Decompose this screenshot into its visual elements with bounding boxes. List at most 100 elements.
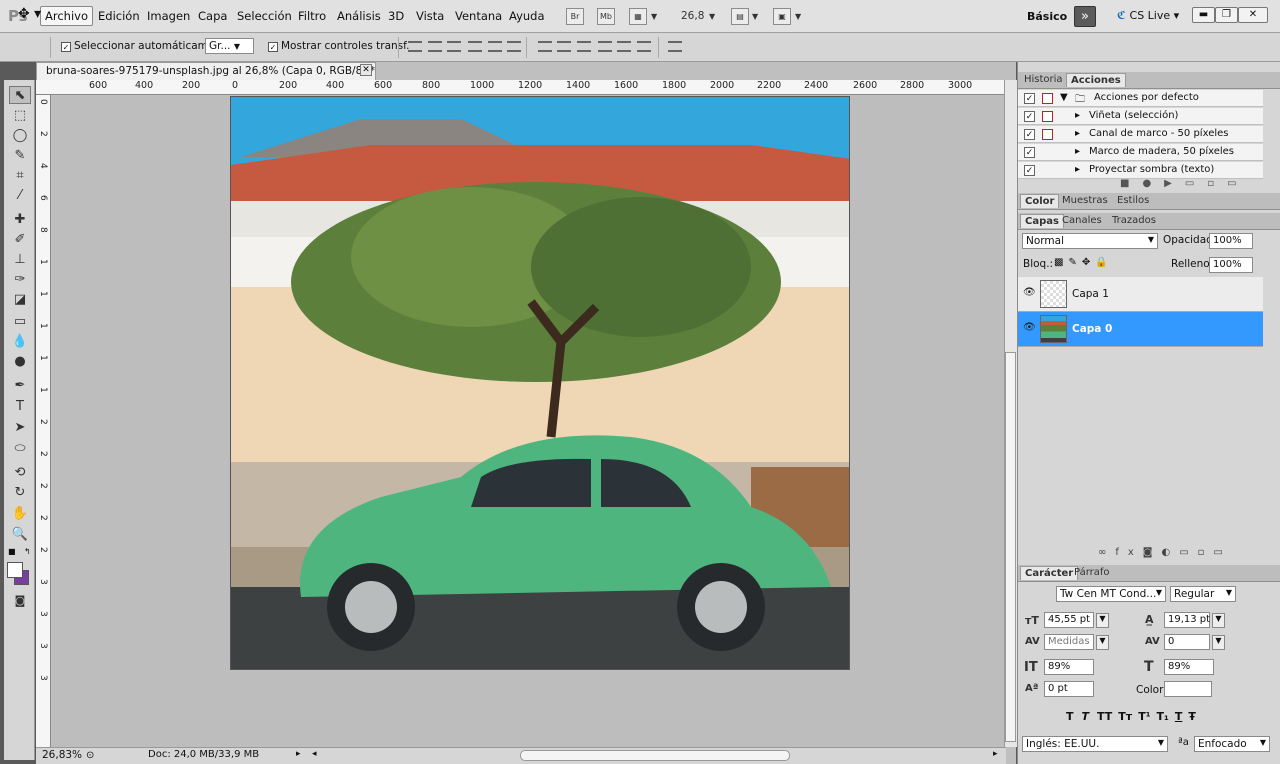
fill-field[interactable]: 100% <box>1209 257 1253 273</box>
menu-seleccion[interactable]: Selección <box>237 9 292 23</box>
workspace-label[interactable]: Básico <box>1027 10 1067 23</box>
list-item[interactable]: ✓ ▸ Viñeta (selección) <box>1018 108 1263 125</box>
menu-ayuda[interactable]: Ayuda <box>509 9 545 23</box>
brush-tool-icon[interactable]: ✐ <box>9 231 31 249</box>
move-tool-icon[interactable]: ✥ ▾ <box>18 6 41 22</box>
auto-select-dropdown[interactable]: Gr... ▼ <box>205 38 254 54</box>
type-tool-icon[interactable]: T <box>9 398 31 416</box>
horizontal-scale-field[interactable]: 89% <box>1164 659 1214 675</box>
checkmark-icon[interactable]: ✓ <box>1024 147 1035 158</box>
workspace-more-icon[interactable]: » <box>1074 6 1096 27</box>
checkbox-icon[interactable]: ✓ <box>61 42 71 52</box>
checkmark-icon[interactable]: ✓ <box>1024 111 1035 122</box>
list-item[interactable]: ✓ ▸ Marco de madera, 50 píxeles <box>1018 144 1263 161</box>
vertical-scroll-thumb[interactable] <box>1005 352 1016 742</box>
list-item[interactable]: ✓ ▸ Proyectar sombra (texto) <box>1018 162 1263 179</box>
align-top-icon[interactable] <box>408 41 422 52</box>
path-select-tool-icon[interactable]: ➤ <box>9 419 31 437</box>
foreground-color-swatch[interactable] <box>7 562 23 578</box>
menu-3d[interactable]: 3D <box>388 9 404 23</box>
distribute-vcenter-icon[interactable] <box>557 41 571 52</box>
checkbox-icon[interactable]: ✓ <box>268 42 278 52</box>
horizontal-scroll-thumb[interactable] <box>520 750 790 761</box>
expand-icon[interactable]: ▸ <box>1075 164 1080 175</box>
hand-tool-icon[interactable]: ✋ <box>9 505 31 523</box>
text-color-swatch[interactable] <box>1164 681 1212 697</box>
list-item[interactable]: ✓ ▼ 🗀 Acciones por defecto <box>1018 90 1263 107</box>
document-image[interactable] <box>230 96 850 670</box>
menu-capa[interactable]: Capa <box>198 9 227 23</box>
text-style-buttons[interactable]: T T TT Tт T¹ T₁ T Ŧ <box>1066 710 1196 723</box>
align-vcenter-icon[interactable] <box>428 41 442 52</box>
leading-field[interactable]: 19,13 pt <box>1164 612 1210 628</box>
tab-historia[interactable]: Historia <box>1020 74 1067 85</box>
menu-filtro[interactable]: Filtro <box>298 9 326 23</box>
lock-icons[interactable]: ▩✎✥🔒 <box>1054 257 1113 268</box>
align-hcenter-icon[interactable] <box>488 41 502 52</box>
expand-icon[interactable]: ▸ <box>1075 146 1080 157</box>
faux-bold-button[interactable]: T <box>1066 710 1074 723</box>
kerning-field[interactable]: Medidas <box>1044 634 1094 650</box>
crop-tool-icon[interactable]: ⌗ <box>9 167 31 185</box>
chevron-down-icon[interactable]: ▼ <box>1096 613 1109 628</box>
swap-colors-icon[interactable]: ↰ <box>24 547 31 556</box>
quick-select-tool-icon[interactable]: ✎ <box>9 147 31 165</box>
tab-trazados[interactable]: Trazados <box>1108 215 1160 226</box>
distribute-hcenter-icon[interactable] <box>617 41 631 52</box>
arrow-left-icon[interactable]: ◂ <box>312 749 317 759</box>
tracking-field[interactable]: 0 <box>1164 634 1210 650</box>
healing-brush-tool-icon[interactable]: ✚ <box>9 211 31 229</box>
baseline-shift-field[interactable]: 0 pt <box>1044 681 1094 697</box>
arrange-documents-button[interactable]: ▤ <box>731 8 749 25</box>
expand-icon[interactable]: ▸ <box>1075 128 1080 139</box>
align-bottom-icon[interactable] <box>447 41 461 52</box>
font-style-select[interactable]: Regular ▼ <box>1170 586 1236 602</box>
quick-mask-icon[interactable]: ◙ <box>9 592 31 610</box>
chevron-down-icon[interactable]: ▼ <box>1212 635 1225 650</box>
distribute-left-icon[interactable] <box>598 41 612 52</box>
chevron-down-icon[interactable]: ▼ <box>651 12 657 21</box>
chevron-down-icon[interactable]: ▼ <box>795 12 801 21</box>
superscript-button[interactable]: T¹ <box>1138 710 1150 723</box>
chevron-down-icon[interactable]: ▼ <box>752 12 758 21</box>
list-item[interactable]: ✓ ▸ Canal de marco - 50 píxeles <box>1018 126 1263 143</box>
default-colors-icon[interactable]: ■ <box>8 547 16 556</box>
tab-color[interactable]: Color <box>1020 194 1060 208</box>
screen-mode-button[interactable]: ▣ <box>773 8 791 25</box>
zoom-field[interactable]: 26,83% <box>42 749 82 761</box>
underline-button[interactable]: T <box>1175 710 1183 723</box>
blend-mode-select[interactable]: Normal ▼ <box>1022 233 1158 249</box>
dialog-toggle-icon[interactable] <box>1042 111 1053 122</box>
checkmark-icon[interactable]: ✓ <box>1024 165 1035 176</box>
status-menu-icon[interactable]: ⊙ <box>86 750 94 761</box>
tab-parrafo[interactable]: Párrafo <box>1070 567 1114 578</box>
tab-acciones[interactable]: Acciones <box>1066 73 1126 87</box>
small-caps-button[interactable]: Tт <box>1118 710 1132 723</box>
chevron-down-icon[interactable]: ▼ <box>1096 635 1109 650</box>
faux-italic-button[interactable]: T <box>1082 710 1090 723</box>
auto-align-icon[interactable] <box>668 41 682 52</box>
move-tool-icon[interactable]: ⬉ <box>9 86 31 104</box>
font-size-field[interactable]: 45,55 pt <box>1044 612 1094 628</box>
align-left-icon[interactable] <box>468 41 482 52</box>
chevron-down-icon[interactable]: ▼ <box>709 12 715 21</box>
show-transform-option[interactable]: ✓ Mostrar controles transf. <box>268 40 409 52</box>
pen-tool-icon[interactable]: ✒ <box>9 377 31 395</box>
vertical-scale-field[interactable]: 89% <box>1044 659 1094 675</box>
close-icon[interactable]: ✕ <box>360 64 372 76</box>
dialog-toggle-icon[interactable] <box>1042 129 1053 140</box>
eraser-tool-icon[interactable]: ◪ <box>9 291 31 309</box>
cs-live-button[interactable]: ℭ CS Live ▾ <box>1117 9 1179 22</box>
zoom-level-display[interactable]: 26,8 <box>681 10 704 22</box>
subscript-button[interactable]: T₁ <box>1157 710 1169 723</box>
all-caps-button[interactable]: TT <box>1097 710 1112 723</box>
dialog-toggle-icon[interactable] <box>1042 93 1053 104</box>
strikethrough-button[interactable]: Ŧ <box>1188 710 1196 723</box>
tab-canales[interactable]: Canales <box>1058 215 1106 226</box>
clone-stamp-tool-icon[interactable]: ⊥ <box>9 251 31 269</box>
zoom-tool-icon[interactable]: 🔍 <box>9 526 31 544</box>
font-family-select[interactable]: Tw Cen MT Cond... ▼ <box>1056 586 1166 602</box>
arrow-right-icon[interactable]: ▸ <box>993 749 998 759</box>
opacity-field[interactable]: 100% <box>1209 233 1253 249</box>
tab-estilos[interactable]: Estilos <box>1113 195 1153 206</box>
